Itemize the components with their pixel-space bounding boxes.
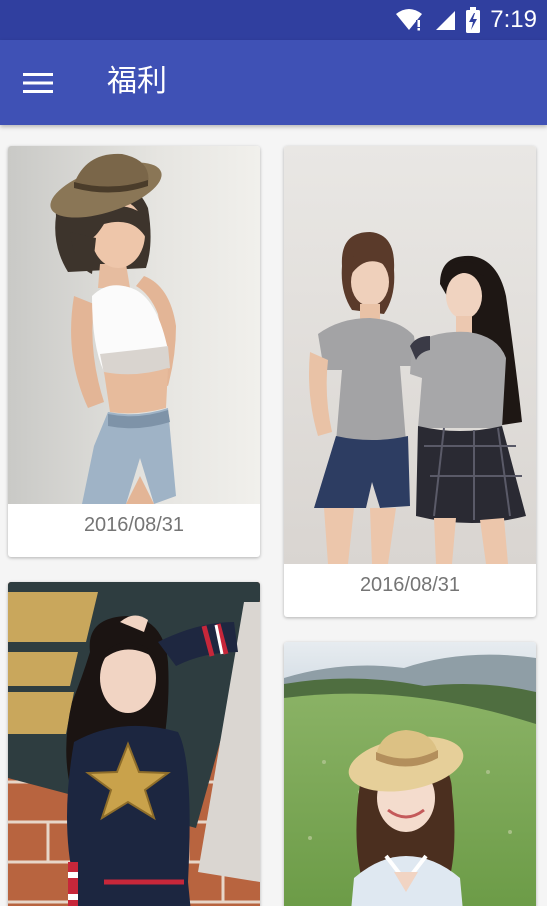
status-icons: 7:19 (394, 6, 537, 34)
menu-button[interactable] (18, 64, 58, 102)
card-photo (284, 642, 536, 906)
photo-card[interactable] (8, 582, 260, 906)
card-photo (8, 582, 260, 906)
card-photo (284, 146, 536, 564)
signal-icon (436, 11, 456, 30)
card-date: 2016/08/31 (83, 514, 185, 536)
app-title: 福利 (107, 64, 167, 99)
photo-grid[interactable]: 2016/08/31 2016/08/31 (0, 125, 547, 906)
battery-charging-icon (466, 7, 481, 33)
card-photo (8, 146, 260, 504)
photo-card[interactable]: 2016/08/31 (8, 146, 260, 557)
status-time: 7:19 (490, 6, 537, 33)
photo-card[interactable]: 2016/08/31 (284, 146, 536, 617)
card-date: 2016/08/31 (359, 574, 461, 596)
menu-icon (23, 73, 53, 93)
photo-card[interactable] (284, 642, 536, 906)
status-bar: 7:19 (0, 0, 547, 40)
wifi-icon (396, 9, 423, 31)
app-bar: 福利 (0, 40, 547, 125)
